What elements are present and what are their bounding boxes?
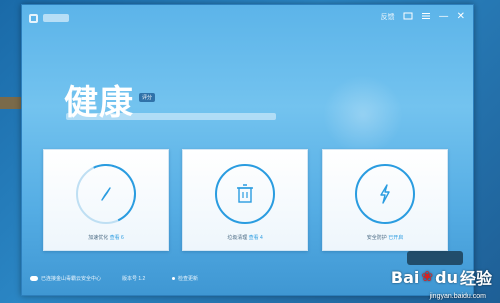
trash-icon [237,184,253,203]
window-controls: 反馈 — ✕ [381,11,465,25]
paw-icon: ❀ [421,269,434,285]
card-link[interactable]: 已开启 [388,235,403,241]
score-badge: 评分 [139,93,156,102]
version-info: 版本号 1.2 [122,275,145,282]
card-link[interactable]: 查看 6 [110,235,124,241]
cloud-status[interactable]: 已连接金山毒霸云安全中心 [30,275,101,282]
app-logo-icon [29,14,38,23]
cloud-icon [30,276,38,281]
card-cleanup[interactable]: 垃圾清理 查看 4 [182,149,308,251]
cloud-status-text: 已连接金山毒霸云安全中心 [41,276,102,282]
baidu-jingyan-watermark: Bai ❀ du 经验 [391,265,492,289]
card-title: 垃圾清理 [227,235,248,241]
skin-icon[interactable] [403,11,413,25]
card-link[interactable]: 查看 4 [249,235,263,241]
card-title: 安全防护 [366,235,387,241]
app-name-blurred [43,14,69,22]
menu-icon[interactable] [421,11,431,25]
feedback-link[interactable]: 反馈 [381,11,395,25]
icon-ring [215,164,275,224]
watermark-backdrop [407,251,463,265]
update-dot-icon [172,277,175,280]
card-protection[interactable]: 安全防护 已开启 [322,149,448,251]
background-glow [323,75,403,155]
icon-ring [355,164,415,224]
lightning-icon [380,184,390,204]
version-text: 版本号 1.2 [122,276,146,282]
card-title: 加速优化 [88,235,109,241]
check-update-text: 检查更新 [178,276,199,282]
progress-arc [67,155,145,233]
app-window: 反馈 — ✕ 健康 评分 加速优化 查看 6 垃圾清理 查看 4 安全防护 已开… [21,4,474,296]
minimize-button[interactable]: — [439,11,449,25]
card-label: 加速优化 查看 6 [44,234,168,241]
card-speedup[interactable]: 加速优化 查看 6 [43,149,169,251]
watermark-url: jingyan.baidu.com [429,293,486,300]
watermark-brand-b: du [435,267,458,287]
card-label: 垃圾清理 查看 4 [183,234,307,241]
watermark-brand-a: Bai [390,267,420,287]
progress-ring [67,155,145,233]
card-label: 安全防护 已开启 [323,234,447,241]
watermark-brand-c: 经验 [459,269,492,288]
status-description-blurred [66,113,276,120]
check-update-link[interactable]: 检查更新 [172,275,198,282]
title-bar[interactable]: 反馈 — ✕ [22,5,473,31]
close-button[interactable]: ✕ [457,11,465,25]
